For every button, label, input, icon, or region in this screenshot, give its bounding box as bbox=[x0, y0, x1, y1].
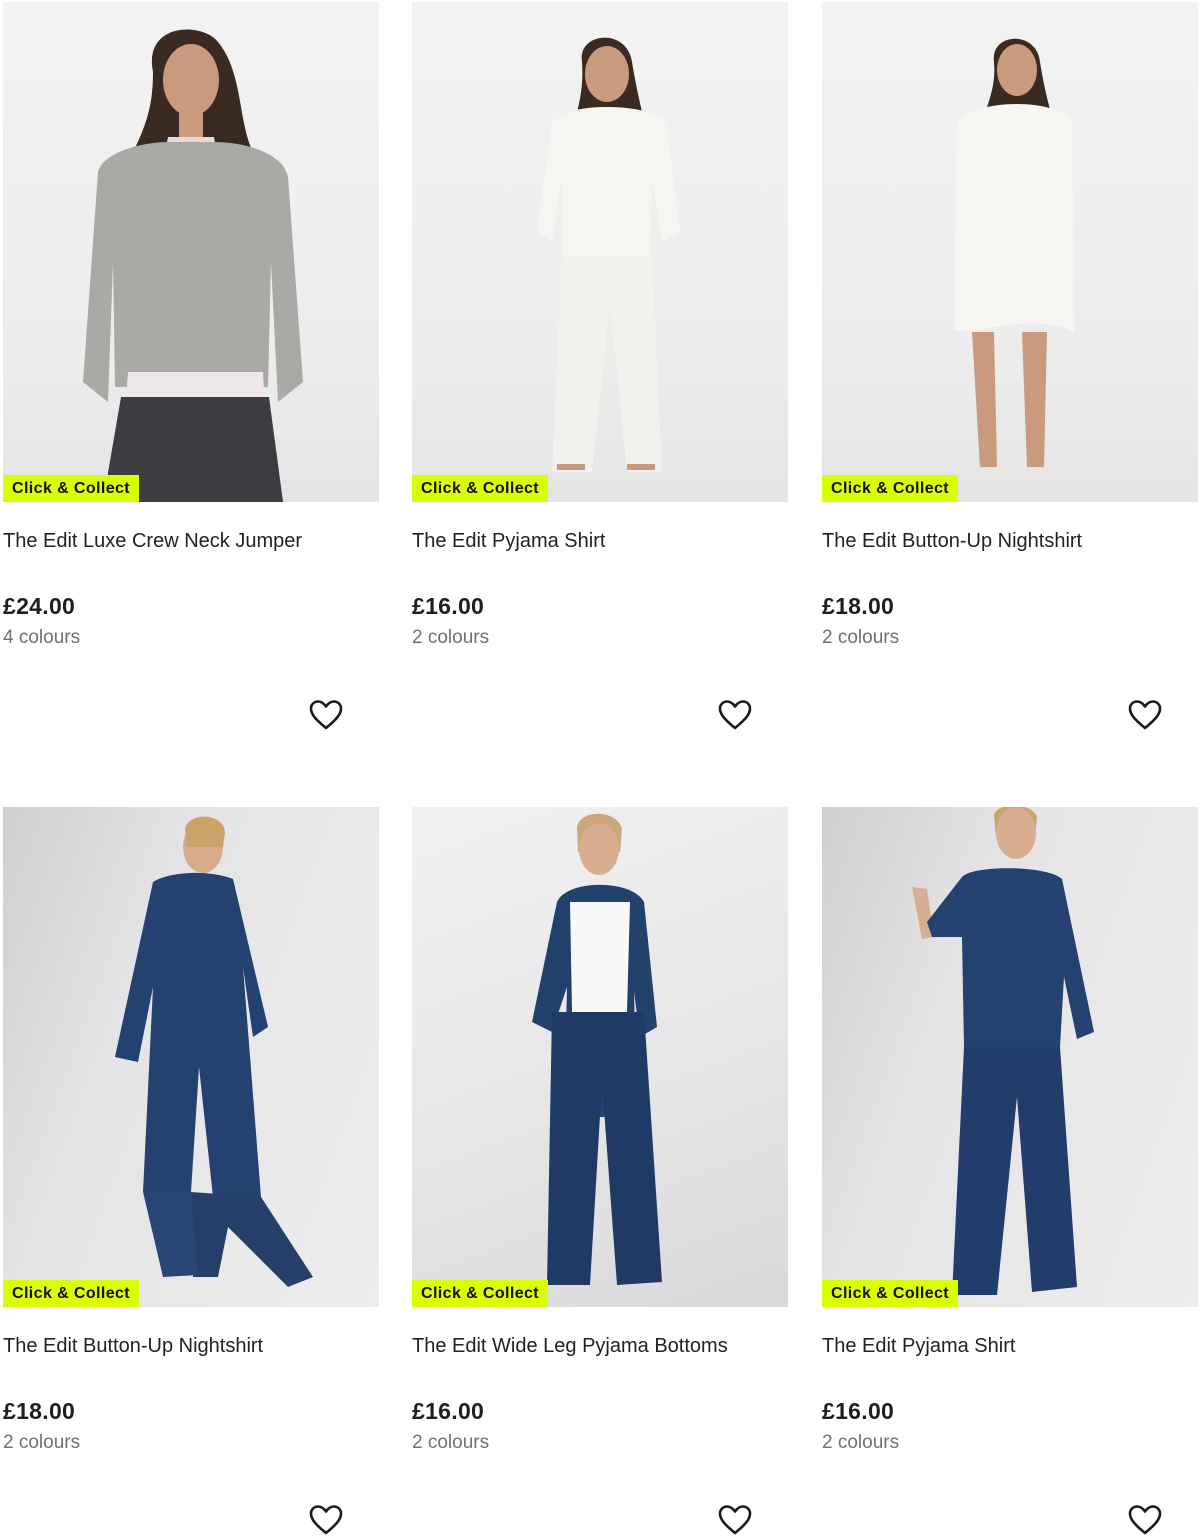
product-image[interactable]: Click & Collect bbox=[822, 2, 1198, 502]
product-colours[interactable]: 2 colours bbox=[822, 627, 1198, 649]
click-collect-badge: Click & Collect bbox=[3, 475, 140, 502]
wishlist-heart-icon[interactable] bbox=[1126, 1502, 1164, 1538]
product-card[interactable]: Click & Collect The Edit Pyjama Shirt £1… bbox=[412, 2, 788, 730]
product-title[interactable]: The Edit Wide Leg Pyjama Bottoms bbox=[412, 1334, 788, 1358]
wishlist-heart-icon[interactable] bbox=[307, 697, 345, 733]
product-price: £16.00 bbox=[412, 593, 485, 619]
product-title[interactable]: The Edit Button-Up Nightshirt bbox=[822, 529, 1198, 553]
product-colours[interactable]: 2 colours bbox=[412, 1432, 788, 1454]
click-collect-badge: Click & Collect bbox=[412, 1280, 549, 1307]
product-card[interactable]: Click & Collect The Edit Pyjama Shirt £1… bbox=[822, 807, 1198, 1535]
product-image[interactable]: Click & Collect bbox=[822, 807, 1198, 1307]
product-image[interactable]: Click & Collect bbox=[3, 807, 379, 1307]
product-image[interactable]: Click & Collect bbox=[412, 2, 788, 502]
product-colours[interactable]: 2 colours bbox=[412, 627, 788, 649]
product-price: £16.00 bbox=[412, 1398, 485, 1424]
click-collect-badge: Click & Collect bbox=[3, 1280, 140, 1307]
product-price: £18.00 bbox=[3, 1398, 76, 1424]
product-title[interactable]: The Edit Pyjama Shirt bbox=[822, 1334, 1198, 1358]
product-card[interactable]: Click & Collect The Edit Wide Leg Pyjama… bbox=[412, 807, 788, 1535]
wishlist-heart-icon[interactable] bbox=[716, 1502, 754, 1538]
product-title[interactable]: The Edit Button-Up Nightshirt bbox=[3, 1334, 379, 1358]
product-card[interactable]: Click & Collect The Edit Luxe Crew Neck … bbox=[3, 2, 379, 730]
product-title[interactable]: The Edit Luxe Crew Neck Jumper bbox=[3, 529, 379, 553]
product-image[interactable]: Click & Collect bbox=[3, 2, 379, 502]
product-price: £16.00 bbox=[822, 1398, 895, 1424]
product-colours[interactable]: 2 colours bbox=[3, 1432, 379, 1454]
click-collect-badge: Click & Collect bbox=[412, 475, 549, 502]
wishlist-heart-icon[interactable] bbox=[1126, 697, 1164, 733]
wishlist-heart-icon[interactable] bbox=[716, 697, 754, 733]
product-price: £18.00 bbox=[822, 593, 895, 619]
click-collect-badge: Click & Collect bbox=[822, 475, 959, 502]
product-colours[interactable]: 2 colours bbox=[822, 1432, 1198, 1454]
click-collect-badge: Click & Collect bbox=[822, 1280, 959, 1307]
wishlist-heart-icon[interactable] bbox=[307, 1502, 345, 1538]
product-colours[interactable]: 4 colours bbox=[3, 627, 379, 649]
product-image[interactable]: Click & Collect bbox=[412, 807, 788, 1307]
product-card[interactable]: Click & Collect The Edit Button-Up Night… bbox=[822, 2, 1198, 730]
product-price: £24.00 bbox=[3, 593, 76, 619]
product-title[interactable]: The Edit Pyjama Shirt bbox=[412, 529, 788, 553]
product-card[interactable]: Click & Collect The Edit Button-Up Night… bbox=[3, 807, 379, 1535]
